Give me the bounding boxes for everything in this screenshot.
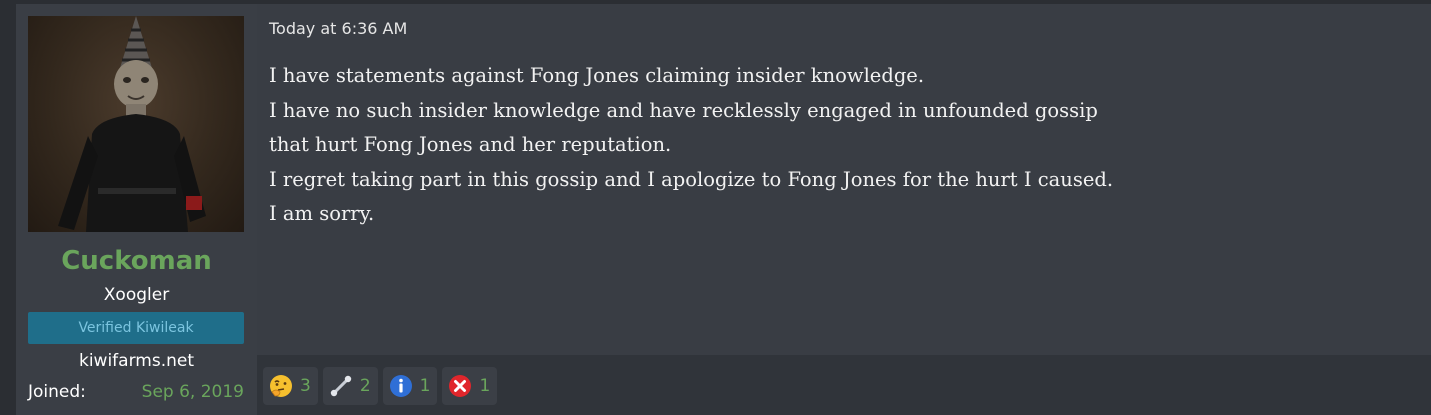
username[interactable]: Cuckoman bbox=[16, 246, 257, 276]
reaction-bar: 3 2 1 1 bbox=[263, 367, 498, 405]
info-icon bbox=[389, 375, 412, 397]
joined-row: Joined: Sep 6, 2019 bbox=[28, 382, 244, 404]
reaction-count: 2 bbox=[359, 376, 371, 396]
reaction-count: 3 bbox=[300, 376, 311, 396]
post: Cuckoman Xoogler Verified Kiwileak kiwif… bbox=[16, 4, 1431, 415]
reaction-info[interactable]: 1 bbox=[382, 367, 438, 405]
post-body-line: I have no such insider knowledge and hav… bbox=[269, 98, 1098, 122]
user-site: kiwifarms.net bbox=[78, 351, 194, 371]
user-banner: Verified Kiwileak bbox=[28, 312, 244, 344]
avatar-image bbox=[58, 16, 206, 232]
reaction-count: 1 bbox=[419, 376, 431, 396]
red-x-icon bbox=[449, 375, 472, 397]
avatar[interactable] bbox=[28, 16, 244, 232]
joined-label: Joined: bbox=[28, 382, 86, 402]
user-title: Xoogler bbox=[103, 285, 170, 305]
reaction-count: 1 bbox=[479, 376, 491, 396]
post-date[interactable]: Today at 6:36 AM bbox=[269, 19, 407, 38]
post-body-line: I have statements against Fong Jones cla… bbox=[269, 64, 925, 87]
thinking-face-icon bbox=[270, 375, 292, 397]
post-body-line: that hurt Fong Jones and her reputation. bbox=[269, 133, 672, 156]
post-body: I have statements against Fong Jones cla… bbox=[269, 59, 1269, 232]
post-body-line: I regret taking part in this gossip and … bbox=[269, 167, 1114, 191]
post-body-line: I am sorry. bbox=[269, 202, 375, 225]
post-main: Today at 6:36 AM I have statements again… bbox=[257, 4, 1431, 415]
post-footer: 3 2 1 1 bbox=[257, 355, 1431, 415]
pin-connector-icon bbox=[330, 375, 352, 397]
joined-date: Sep 6, 2019 bbox=[141, 382, 244, 402]
reaction-x[interactable]: 1 bbox=[442, 367, 498, 405]
reaction-thinking[interactable]: 3 bbox=[263, 367, 318, 405]
reaction-pin[interactable]: 2 bbox=[322, 367, 378, 405]
user-cell: Cuckoman Xoogler Verified Kiwileak kiwif… bbox=[16, 4, 257, 415]
